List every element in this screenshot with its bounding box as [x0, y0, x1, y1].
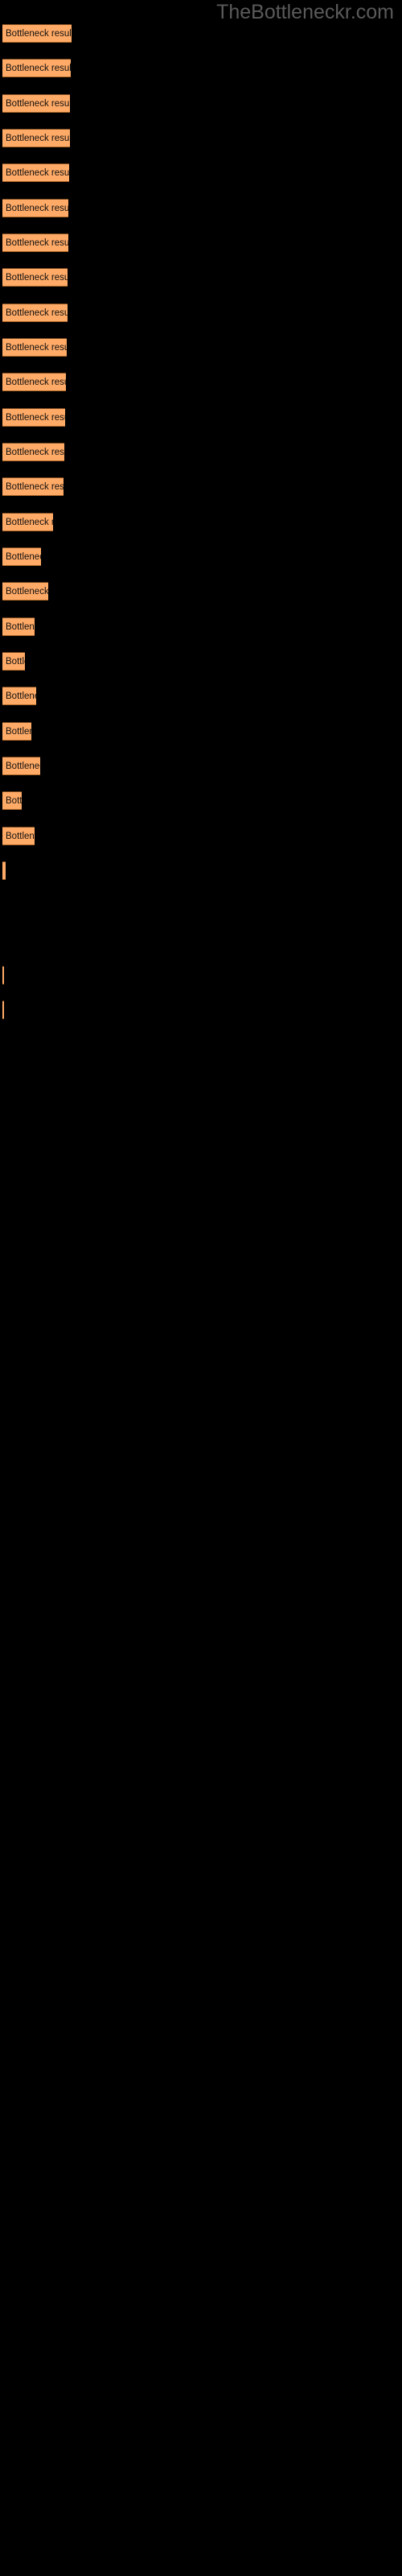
bar-label: Bottleneck result — [6, 377, 66, 387]
bar-chart-plot-area: Bottleneck result Bottleneck result Bottle… — [0, 0, 402, 2576]
bar-label: Bottleneck result — [6, 517, 53, 527]
bar-15[interactable]: Bottleneck result — [2, 513, 53, 531]
bar-11[interactable]: Bottleneck result — [2, 373, 66, 391]
bar-label: Bottleneck result — [6, 831, 35, 841]
bar-19[interactable]: Bottleneck result — [2, 652, 25, 671]
bar-label: Bottleneck result — [6, 761, 40, 771]
bar-label: Bottleneck result — [6, 308, 68, 318]
chart-page: TheBottleneckr.com Bottleneck result Bott… — [0, 0, 402, 2576]
bar-9[interactable]: Bottleneck result — [2, 303, 68, 322]
bar-label: Bottleneck result — [6, 691, 36, 701]
bar-8[interactable]: Bottleneck result — [2, 268, 68, 287]
bar-21[interactable]: Bottleneck result — [2, 722, 31, 741]
bar-label: Bottleneck result — [6, 656, 25, 667]
bar-2[interactable]: Bottleneck result — [2, 59, 71, 77]
bar-label: Bottleneck result — [6, 63, 71, 73]
bar-4[interactable]: Bottleneck result — [2, 129, 70, 147]
bar-label: Bottleneck result — [6, 586, 48, 597]
bar-label: Bottleneck result — [6, 551, 41, 562]
bar-label: Bottleneck result — [6, 412, 65, 423]
bar-18[interactable]: Bottleneck result — [2, 617, 35, 636]
bar-label: Bottleneck result — [6, 272, 68, 283]
bar-label: Bottleneck result — [6, 481, 64, 492]
bar-label: Bottleneck result — [6, 203, 68, 213]
bar-22[interactable]: Bottleneck result — [2, 757, 40, 775]
bar-25[interactable]: Bottleneck result — [2, 861, 6, 880]
bar-label: Bottleneck result — [6, 447, 64, 457]
bar-10[interactable]: Bottleneck result — [2, 338, 67, 357]
bar-27[interactable]: Bottleneck result — [2, 1001, 4, 1019]
bar-17[interactable]: Bottleneck result — [2, 582, 48, 601]
bar-6[interactable]: Bottleneck result — [2, 199, 68, 217]
bar-label: Bottleneck result — [6, 726, 31, 737]
bar-label: Bottleneck result — [6, 133, 70, 143]
bar-20[interactable]: Bottleneck result — [2, 687, 36, 705]
bar-1[interactable]: Bottleneck result — [2, 24, 72, 43]
bar-14[interactable]: Bottleneck result — [2, 477, 64, 496]
bar-5[interactable]: Bottleneck result — [2, 163, 69, 182]
bar-26[interactable]: Bottleneck result — [2, 966, 4, 985]
bar-24[interactable]: Bottleneck result — [2, 827, 35, 845]
bar-label: Bottleneck result — [6, 795, 22, 806]
bar-16[interactable]: Bottleneck result — [2, 547, 41, 566]
bar-12[interactable]: Bottleneck result — [2, 408, 65, 427]
bar-label: Bottleneck result — [6, 167, 69, 178]
bar-3[interactable]: Bottleneck result — [2, 94, 70, 113]
bar-13[interactable]: Bottleneck result — [2, 443, 64, 461]
bar-label: Bottleneck result — [6, 237, 68, 248]
bar-23[interactable]: Bottleneck result — [2, 791, 22, 810]
bar-label: Bottleneck result — [6, 28, 72, 39]
bar-label: Bottleneck result — [6, 98, 70, 109]
bar-label: Bottleneck result — [6, 621, 35, 632]
bar-label: Bottleneck result — [6, 342, 67, 353]
bar-7[interactable]: Bottleneck result — [2, 233, 68, 252]
